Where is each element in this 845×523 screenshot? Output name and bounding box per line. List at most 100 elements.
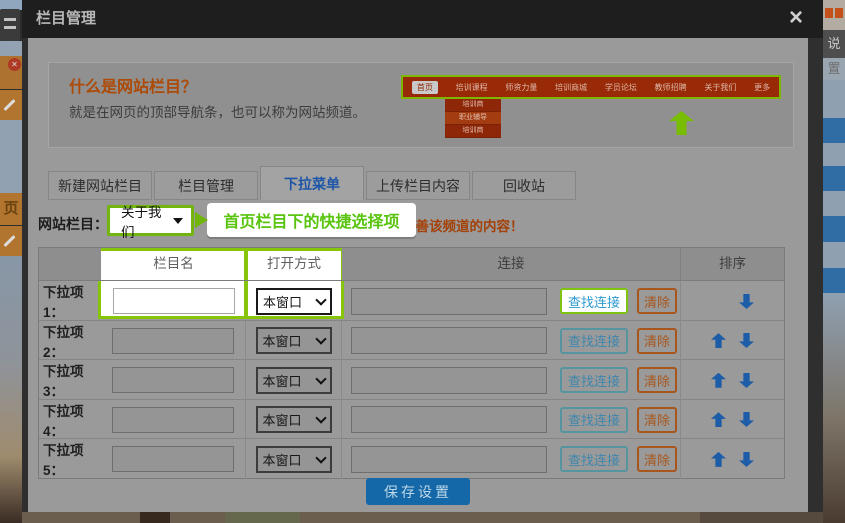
move-up-icon[interactable] xyxy=(711,373,726,388)
tab-下拉菜单[interactable]: 下拉菜单 xyxy=(260,166,364,200)
open-mode-select[interactable]: 本窗口 xyxy=(256,288,332,315)
column-name-input[interactable] xyxy=(112,407,234,433)
move-up-icon[interactable] xyxy=(711,412,726,427)
link-input[interactable] xyxy=(351,288,547,315)
table-header-row: 栏目名 打开方式 连接 排序 xyxy=(39,248,784,281)
background-image-fragment xyxy=(823,242,845,268)
background-photo xyxy=(823,293,845,523)
table-header-empty xyxy=(39,248,101,280)
nav-preview: 首页培训课程师资力量培训商城学员论坛教师招聘关于我们更多 培训商职业辅导培训商 xyxy=(401,75,781,147)
move-down-icon[interactable] xyxy=(739,412,754,427)
move-down-icon[interactable] xyxy=(739,373,754,388)
table-row: 下拉项2： 本窗口 查找连接 清除 xyxy=(39,321,784,361)
modal-header: 栏目管理 × xyxy=(22,0,823,38)
notice-text: 完善该频道的内容！ xyxy=(402,215,524,235)
row-label: 下拉项5： xyxy=(43,439,101,479)
close-icon[interactable]: × xyxy=(789,4,803,32)
find-link-button[interactable]: 查找连接 xyxy=(560,446,628,472)
find-link-button[interactable]: 查找连接 xyxy=(560,328,628,354)
row-label: 下拉项4： xyxy=(43,400,101,440)
open-mode-value: 本窗口 xyxy=(263,331,302,350)
open-mode-select[interactable]: 本窗口 xyxy=(256,406,332,433)
background-settings-label: 置 xyxy=(823,58,845,80)
clear-button[interactable]: 清除 xyxy=(637,328,677,354)
table-row: 下拉项1： 本窗口 查找连接 清除 xyxy=(39,281,784,321)
open-mode-value: 本窗口 xyxy=(263,410,302,429)
tab-bar: 新建网站栏目栏目管理下拉菜单上传栏目内容回收站 xyxy=(48,166,576,200)
clear-button[interactable]: 清除 xyxy=(637,407,677,433)
up-arrow-icon xyxy=(669,111,694,135)
table-header-openmode: 打开方式 xyxy=(246,248,342,280)
row-label: 下拉项3： xyxy=(43,360,101,400)
row-label: 下拉项1： xyxy=(43,281,101,321)
intro-heading: 什么是网站栏目？ xyxy=(69,73,197,97)
tab-新建网站栏目[interactable]: 新建网站栏目 xyxy=(48,171,152,200)
channel-select[interactable]: 关于我们 xyxy=(107,205,194,236)
modal-shadow xyxy=(808,38,823,512)
nav-preview-item: 教师招聘 xyxy=(655,82,687,93)
link-input[interactable] xyxy=(351,327,547,354)
link-input[interactable] xyxy=(351,446,547,473)
nav-preview-item: 关于我们 xyxy=(704,82,736,93)
move-down-icon[interactable] xyxy=(739,294,754,309)
move-down-icon[interactable] xyxy=(739,452,754,467)
chevron-down-icon xyxy=(315,413,326,424)
clear-button[interactable]: 清除 xyxy=(637,446,677,472)
column-name-input[interactable] xyxy=(112,446,234,472)
save-settings-button[interactable]: 保存设置 xyxy=(366,478,470,505)
chevron-down-icon xyxy=(315,333,326,344)
nav-preview-item: 培训商城 xyxy=(555,82,587,93)
intro-text: 就是在网页的顶部导航条，也可以称为网站频道。 xyxy=(69,101,366,121)
channel-row: 网站栏目： 关于我们 完善该频道的内容！ 首页栏目下的快捷选择项 xyxy=(28,203,808,243)
pencil-icon xyxy=(3,235,15,247)
tab-上传栏目内容[interactable]: 上传栏目内容 xyxy=(366,171,470,200)
background-block xyxy=(823,166,845,191)
table-header-link: 连接 xyxy=(342,248,681,280)
table-header-sort: 排序 xyxy=(681,248,784,280)
background-photo xyxy=(0,256,22,523)
background-block xyxy=(823,118,845,143)
chevron-down-icon xyxy=(315,452,326,463)
move-up-icon[interactable] xyxy=(711,452,726,467)
background-block xyxy=(823,268,845,293)
background-image-fragment xyxy=(0,41,22,56)
tab-栏目管理[interactable]: 栏目管理 xyxy=(154,171,258,200)
nav-preview-item: 师资力量 xyxy=(505,82,537,93)
edit-button-fragment xyxy=(0,226,22,256)
menu-icon xyxy=(0,9,20,41)
background-image-fragment xyxy=(823,191,845,216)
modal-body: 什么是网站栏目？ 就是在网页的顶部导航条，也可以称为网站频道。 首页培训课程师资… xyxy=(28,38,808,512)
open-mode-value: 本窗口 xyxy=(263,450,302,469)
link-input[interactable] xyxy=(351,367,547,394)
edit-button-fragment xyxy=(0,90,22,120)
pencil-icon xyxy=(3,99,15,111)
link-input[interactable] xyxy=(351,406,547,433)
background-help-label: 说 xyxy=(823,30,845,58)
clear-button[interactable]: 清除 xyxy=(637,288,677,314)
intro-box: 什么是网站栏目？ 就是在网页的顶部导航条，也可以称为网站频道。 首页培训课程师资… xyxy=(48,62,794,148)
find-link-button[interactable]: 查找连接 xyxy=(560,407,628,433)
dropdown-items-table: 栏目名 打开方式 连接 排序 下拉项1： 本窗口 查找连接 清除 下拉项2： xyxy=(38,247,785,479)
clear-button[interactable]: 清除 xyxy=(637,367,677,393)
nav-preview-item: 首页 xyxy=(412,81,438,94)
move-down-icon[interactable] xyxy=(739,333,754,348)
column-name-input[interactable] xyxy=(112,367,234,393)
find-link-button[interactable]: 查找连接 xyxy=(560,288,628,314)
nav-preview-dropdown-item: 培训商 xyxy=(445,125,501,138)
tab-回收站[interactable]: 回收站 xyxy=(472,171,576,200)
open-mode-value: 本窗口 xyxy=(263,371,302,390)
open-mode-select[interactable]: 本窗口 xyxy=(256,446,332,473)
open-mode-select[interactable]: 本窗口 xyxy=(256,327,332,354)
background-image-fragment xyxy=(0,120,22,193)
nav-preview-bar: 首页培训课程师资力量培训商城学员论坛教师招聘关于我们更多 xyxy=(401,75,781,99)
find-link-button[interactable]: 查找连接 xyxy=(560,367,628,393)
column-name-input[interactable] xyxy=(112,328,234,354)
open-mode-select[interactable]: 本窗口 xyxy=(256,367,332,394)
background-logo-fragment xyxy=(823,0,845,30)
nav-preview-dropdown-item: 培训商 xyxy=(445,99,501,112)
modal-title: 栏目管理 xyxy=(36,0,96,38)
move-up-icon[interactable] xyxy=(711,333,726,348)
background-block xyxy=(823,216,845,242)
column-name-input[interactable] xyxy=(113,288,235,314)
row-label: 下拉项2： xyxy=(43,321,101,361)
